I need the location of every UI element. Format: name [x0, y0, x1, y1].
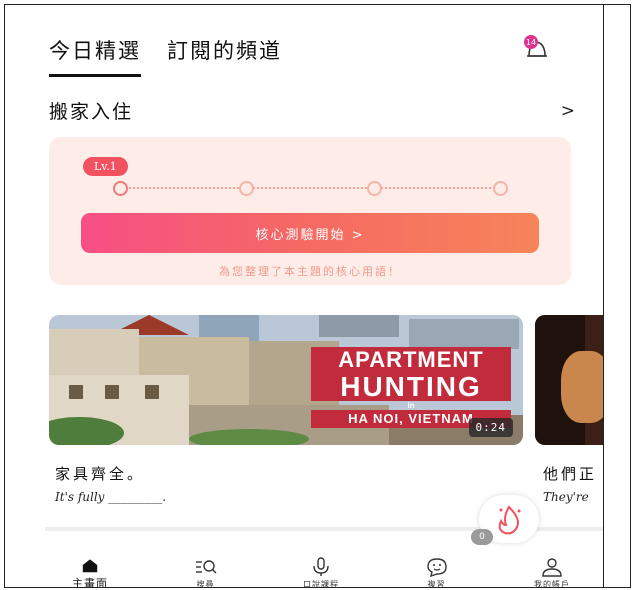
- progress-dot-3: [367, 181, 382, 196]
- progress-track: [117, 187, 507, 189]
- video-thumbnail-2[interactable]: [535, 315, 603, 445]
- nav-search[interactable]: 搜尋: [161, 557, 251, 588]
- video-title-line1: APARTMENT: [311, 347, 511, 373]
- nav-home-label: 主畫面: [72, 577, 108, 588]
- progress-dot-4: [493, 181, 508, 196]
- nav-account[interactable]: 我的帳戶: [507, 557, 597, 588]
- video-title-in: in: [407, 401, 415, 410]
- floating-badge: 0: [471, 529, 493, 545]
- search-icon: [195, 560, 216, 574]
- video-title: APARTMENT HUNTING in HA NOI, VIETNAM: [311, 347, 511, 428]
- user-icon: [542, 558, 562, 577]
- home-icon: [82, 559, 98, 573]
- video-title-line2: HUNTING: [311, 373, 511, 401]
- video-duration: 0:24: [468, 418, 513, 437]
- person-face: [561, 351, 603, 423]
- app-screen: 今日精選 訂閱的頻道 14 搬家入住 > Lv.1 核心測驗開始 > 為您整理了…: [4, 4, 631, 588]
- sentence-card-2[interactable]: 他們正 They're: [543, 463, 603, 504]
- progress-card: Lv.1 核心測驗開始 > 為您整理了本主題的核心用語！: [49, 137, 571, 285]
- video-thumbnail[interactable]: APARTMENT HUNTING in HA NOI, VIETNAM 0:2…: [49, 315, 523, 445]
- microphone-icon: [313, 557, 329, 576]
- nav-review-label: 複習: [427, 580, 446, 588]
- nav-review[interactable]: 複習: [392, 557, 482, 588]
- progress-dot-1: [113, 181, 128, 196]
- progress-dot-2: [239, 181, 254, 196]
- nav-speaking[interactable]: 口說課程: [276, 557, 366, 588]
- review-icon: [426, 558, 447, 577]
- nav-home[interactable]: 主畫面: [45, 557, 135, 588]
- section-more-arrow[interactable]: >: [561, 101, 575, 121]
- level-badge: Lv.1: [83, 157, 128, 176]
- section-header[interactable]: 搬家入住 >: [49, 97, 575, 124]
- nav-search-label: 搜尋: [196, 580, 215, 588]
- sentence-2-english: They're: [543, 490, 589, 504]
- bottom-nav: 主畫面 搜尋 口說課程 複習 我的帳戶: [45, 557, 597, 588]
- sentence-english: It's fully _________.: [55, 490, 167, 504]
- right-edge-bezel: [603, 5, 630, 587]
- notification-bell-icon[interactable]: 14: [519, 34, 551, 62]
- card-hint: 為您整理了本主題的核心用語！: [219, 265, 401, 278]
- notification-count: 14: [526, 38, 536, 47]
- start-core-quiz-button[interactable]: 核心測驗開始 >: [81, 213, 539, 253]
- sentence-card[interactable]: 家具齊全。 It's fully _________.: [55, 463, 166, 504]
- sentence-chinese: 家具齊全。: [55, 465, 146, 483]
- sentence-2-chinese: 他們正: [543, 465, 598, 483]
- nav-speaking-label: 口說課程: [303, 580, 339, 588]
- tab-subscribed-channels[interactable]: 訂閱的頻道: [167, 35, 282, 77]
- section-title: 搬家入住: [49, 101, 134, 123]
- nav-account-label: 我的帳戶: [534, 580, 570, 588]
- tab-today-picks[interactable]: 今日精選: [49, 35, 141, 77]
- top-tabs: 今日精選 訂閱的頻道: [49, 35, 282, 77]
